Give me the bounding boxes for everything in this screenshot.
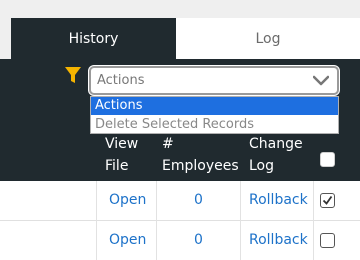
column-divider	[240, 221, 241, 260]
column-divider	[96, 221, 97, 260]
row-checkbox[interactable]	[320, 193, 335, 208]
row-checkbox[interactable]	[320, 233, 335, 248]
dropdown-option-delete-selected[interactable]: Delete Selected Records	[91, 116, 338, 134]
column-divider	[240, 181, 241, 221]
actions-dropdown-list: Actions Delete Selected Records	[90, 96, 339, 134]
tab-log[interactable]: Log	[176, 18, 360, 59]
rollback-link[interactable]: Rollback	[249, 192, 308, 208]
filter-icon[interactable]	[64, 66, 82, 84]
employees-count-link[interactable]: 0	[194, 232, 203, 248]
actions-select[interactable]: Actions	[89, 66, 339, 95]
column-header-employees: # Employees	[162, 133, 239, 177]
column-header-view-file-line1: View	[105, 136, 139, 152]
column-divider	[156, 181, 157, 221]
column-header-employees-line2: Employees	[162, 158, 239, 174]
open-file-link[interactable]: Open	[109, 232, 146, 248]
column-header-employees-line1: #	[162, 136, 174, 152]
tab-log-label: Log	[255, 30, 281, 47]
column-header-change-log: Change Log	[249, 133, 303, 177]
column-divider	[96, 181, 97, 221]
column-header-change-log-line1: Change	[249, 136, 303, 152]
column-divider	[313, 221, 314, 260]
column-divider	[313, 181, 314, 221]
rollback-link[interactable]: Rollback	[249, 232, 308, 248]
dropdown-option-actions[interactable]: Actions	[91, 97, 338, 115]
top-strip	[0, 0, 360, 18]
table-row: Open 0 Rollback	[0, 181, 360, 221]
employees-count-link[interactable]: 0	[194, 192, 203, 208]
tab-spacer	[0, 18, 11, 59]
table-row: Open 0 Rollback	[0, 221, 360, 260]
open-file-link[interactable]: Open	[109, 192, 146, 208]
column-header-view-file: View File	[105, 133, 138, 177]
column-header-change-log-line2: Log	[249, 158, 275, 174]
column-divider	[156, 221, 157, 260]
checkmark-icon	[322, 195, 333, 205]
column-header-view-file-line2: File	[105, 158, 129, 174]
tab-history-label: History	[68, 30, 119, 47]
select-all-checkbox[interactable]	[320, 152, 335, 167]
chevron-down-icon	[313, 75, 329, 86]
tab-history[interactable]: History	[11, 18, 176, 59]
actions-select-value: Actions	[97, 73, 145, 88]
